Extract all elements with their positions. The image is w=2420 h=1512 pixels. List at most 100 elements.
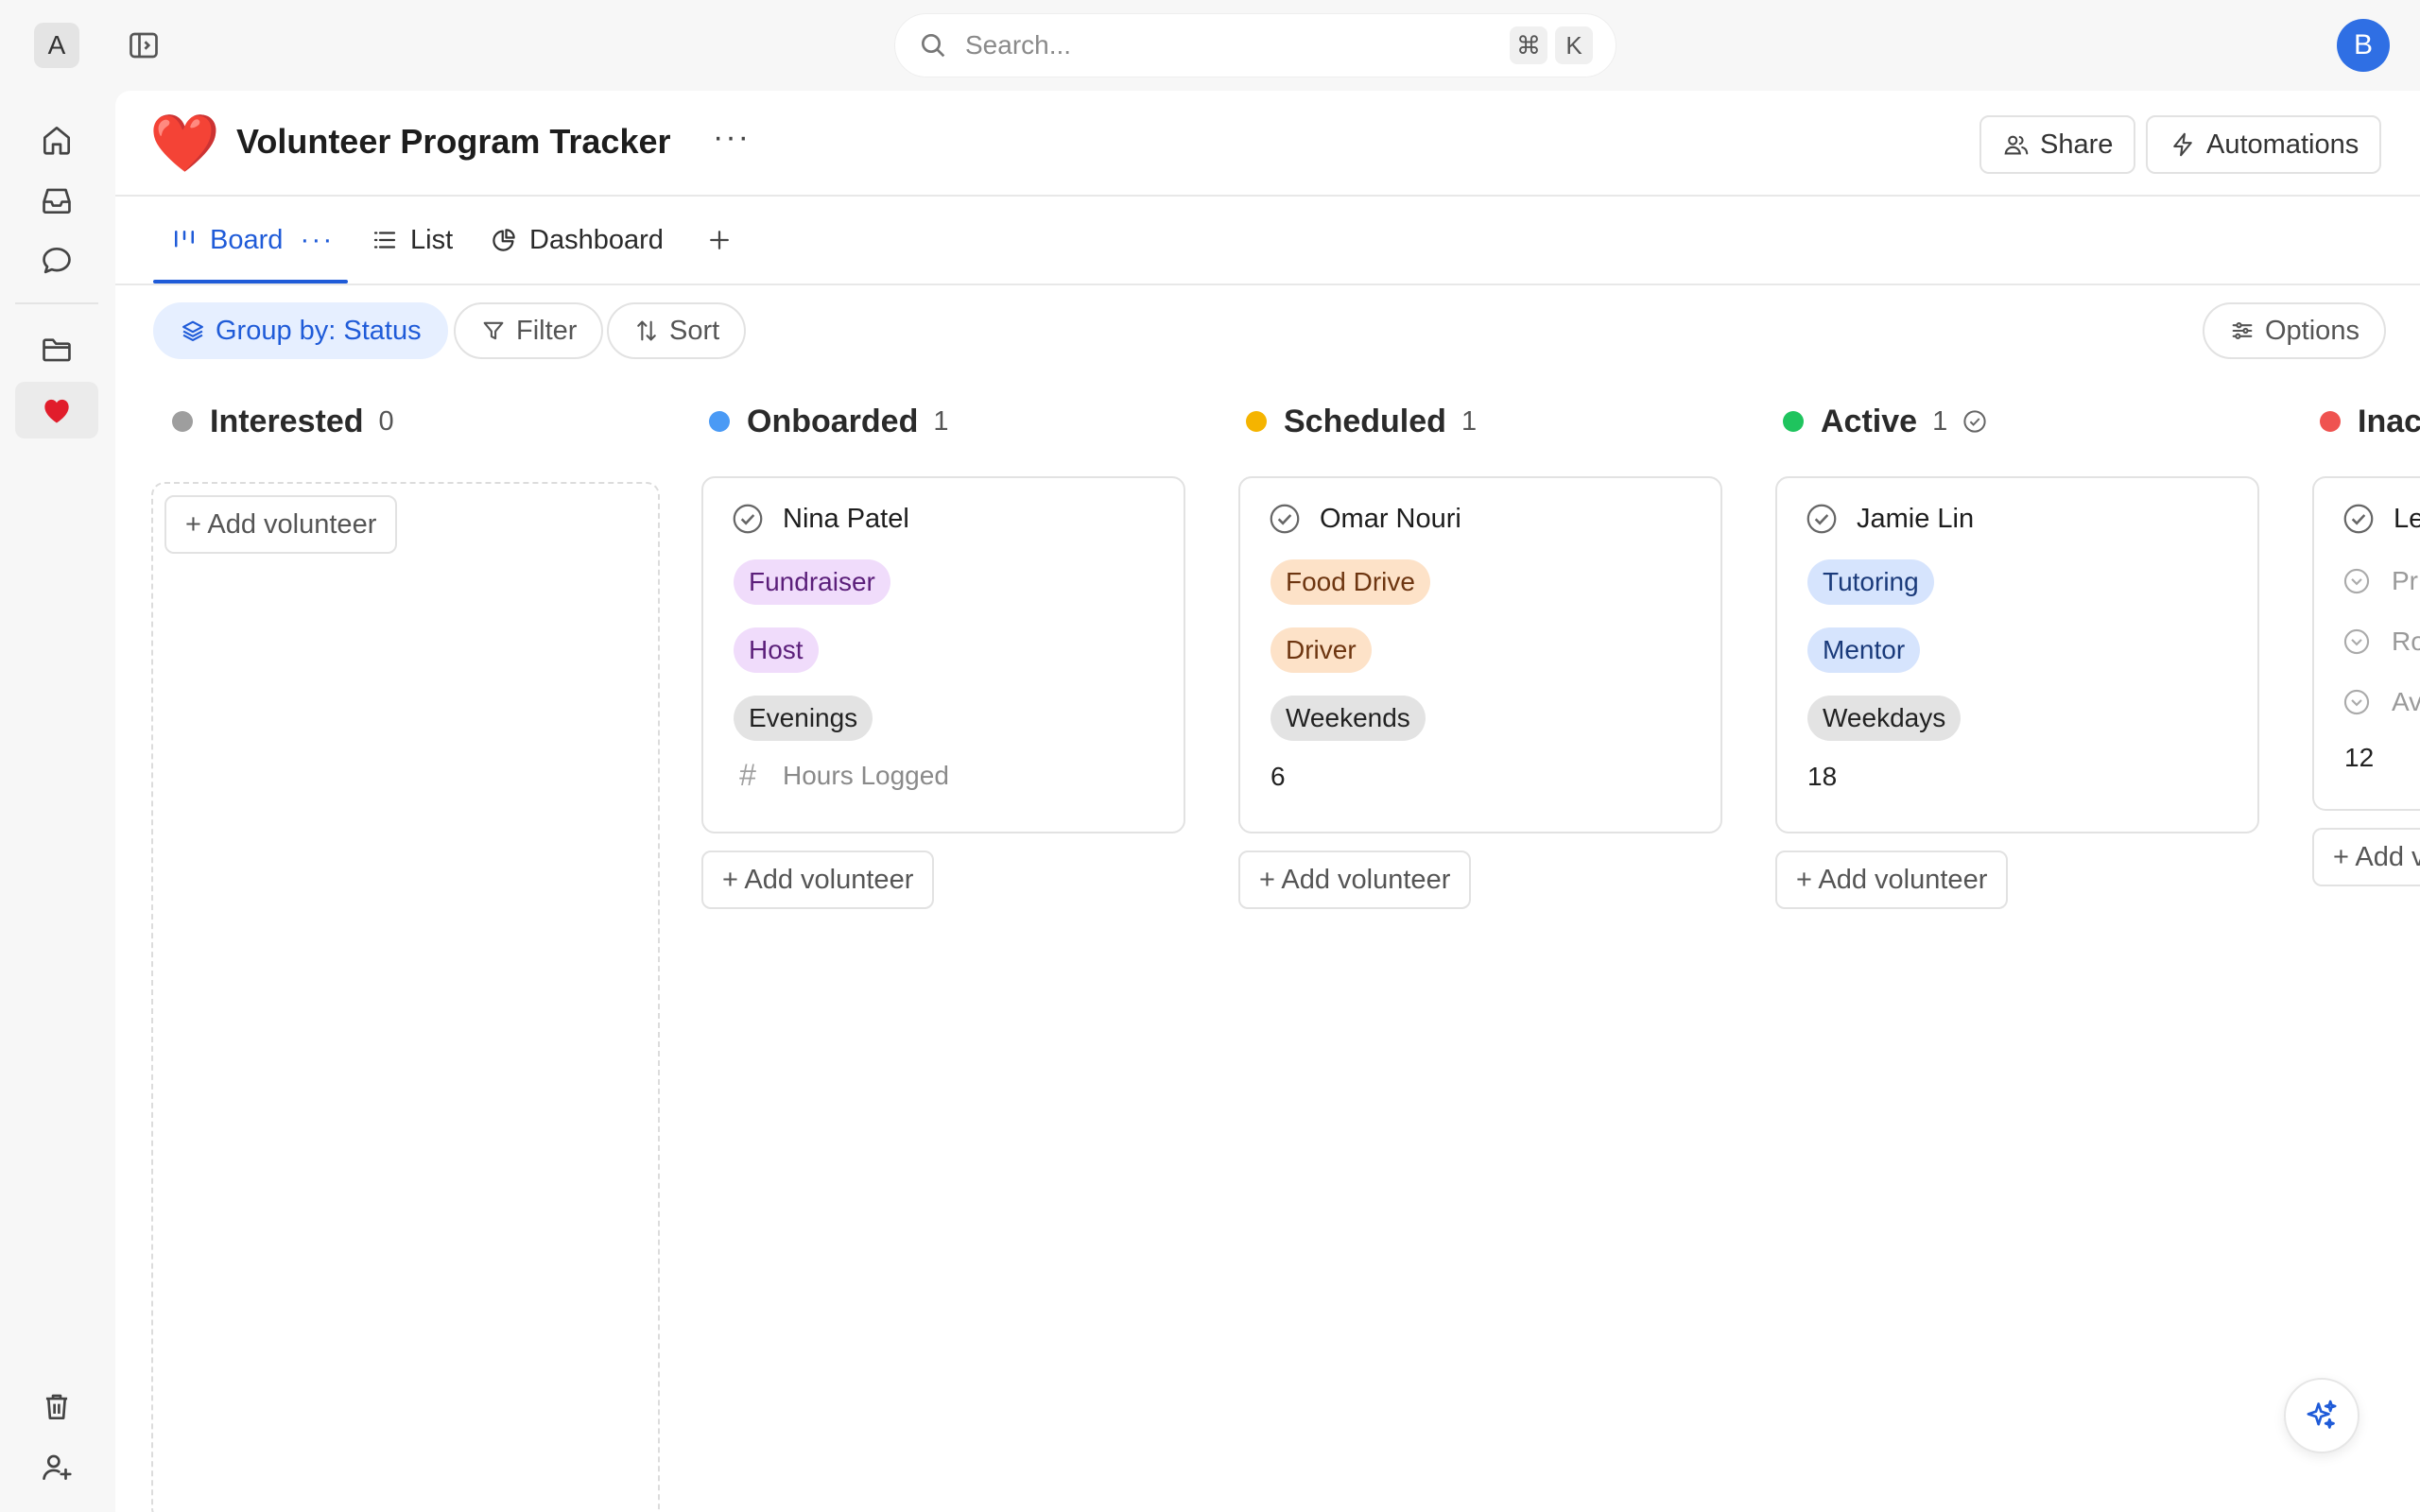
tab-dashboard[interactable]: Dashboard <box>490 197 664 284</box>
view-tabs: Board ··· List Dashboard <box>115 197 2420 285</box>
add-volunteer-button-scheduled[interactable]: + Add volunteer <box>1238 850 1472 909</box>
status-dot-interested <box>172 411 193 432</box>
tag-role: Mentor <box>1807 627 1921 673</box>
column-count: 1 <box>1932 405 1948 437</box>
sort-button[interactable]: Sort <box>607 302 747 359</box>
user-avatar[interactable]: B <box>2337 19 2390 72</box>
plus-icon <box>710 231 729 249</box>
group-by-button[interactable]: Group by: Status <box>153 302 448 359</box>
check-circle-icon[interactable] <box>2341 501 2377 537</box>
page-header: ❤️ Volunteer Program Tracker ··· Share A… <box>115 91 2420 197</box>
page-more-icon[interactable]: ··· <box>713 119 751 156</box>
column-dropzone-interested[interactable] <box>151 482 660 1512</box>
volunteer-card-jamie-lin[interactable]: Jamie Lin Tutoring Mentor Weekdays 18 <box>1775 476 2259 833</box>
tab-board-label: Board <box>210 224 284 255</box>
files-button[interactable] <box>15 321 98 378</box>
shortcut-k-key: K <box>1555 26 1593 64</box>
invite-member-button[interactable] <box>15 1438 98 1495</box>
sort-label: Sort <box>669 315 720 346</box>
volunteer-card-omar-nouri[interactable]: Omar Nouri Food Drive Driver Weekends 6 <box>1238 476 1722 833</box>
board-icon <box>175 231 194 248</box>
trash-icon <box>45 1394 68 1420</box>
add-view-button[interactable] <box>705 197 734 284</box>
card-title: Le <box>2341 501 2420 537</box>
inbox-button[interactable] <box>15 172 98 229</box>
tag-role: Driver <box>1270 627 1372 673</box>
list-icon <box>373 232 396 249</box>
card-title: Nina Patel <box>730 501 909 537</box>
shortcut-cmd-key: ⌘ <box>1510 26 1547 64</box>
check-circle-icon[interactable] <box>730 501 766 537</box>
layers-icon <box>182 320 203 341</box>
home-button[interactable] <box>15 112 98 168</box>
search-icon <box>922 34 945 58</box>
number-field-icon: # <box>739 758 756 792</box>
folder-icon <box>43 338 71 362</box>
status-dot-scheduled <box>1246 411 1267 432</box>
filter-label: Filter <box>516 315 578 346</box>
chevron-circle-icon <box>2343 568 2370 594</box>
share-button[interactable]: Share <box>1979 115 2136 174</box>
column-header-interested[interactable]: Interested 0 <box>172 399 394 444</box>
page-emoji-heart-icon[interactable]: ❤️ <box>149 110 220 178</box>
volunteer-name: Nina Patel <box>783 503 909 534</box>
card-title: Jamie Lin <box>1804 501 1974 537</box>
column-header-active[interactable]: Active 1 <box>1783 399 1989 444</box>
tag-program: Food Drive <box>1270 559 1430 605</box>
sliders-icon <box>2232 322 2253 339</box>
column-title: Scheduled <box>1284 403 1446 439</box>
search-bar[interactable]: Search... ⌘ K <box>894 13 1616 77</box>
main-panel: ❤️ Volunteer Program Tracker ··· Share A… <box>115 91 2420 1512</box>
pie-chart-icon <box>493 229 515 251</box>
page-title[interactable]: Volunteer Program Tracker <box>236 121 671 163</box>
program-empty[interactable]: Pr <box>2341 565 2418 597</box>
role-empty[interactable]: Ro <box>2341 626 2420 658</box>
check-circle-icon[interactable] <box>1804 501 1840 537</box>
workspace-badge[interactable]: A <box>34 23 79 68</box>
filter-icon <box>483 321 504 340</box>
tab-board[interactable]: Board ··· <box>170 197 334 284</box>
check-circle-icon[interactable] <box>1267 501 1303 537</box>
tag-program: Fundraiser <box>734 559 890 605</box>
automations-button[interactable]: Automations <box>2146 115 2382 174</box>
add-volunteer-button-active[interactable]: + Add volunteer <box>1775 850 2009 909</box>
add-volunteer-button-inactive[interactable]: + Add volunteer <box>2312 828 2420 886</box>
column-header-inactive[interactable]: Inactive <box>2320 399 2420 444</box>
column-header-onboarded[interactable]: Onboarded 1 <box>709 399 948 444</box>
top-bar: A Search... ⌘ K B <box>0 0 2420 91</box>
availability-placeholder: Av <box>2392 687 2420 716</box>
tag-availability: Weekends <box>1270 696 1426 741</box>
role-placeholder: Ro <box>2392 627 2420 656</box>
inbox-icon <box>43 188 71 215</box>
volunteer-card-partial[interactable]: Le Pr Ro Av 12 <box>2312 476 2420 811</box>
column-title: Inactive <box>2358 403 2420 439</box>
search-input[interactable]: Search... <box>965 30 1502 60</box>
tab-list-label: List <box>410 224 454 255</box>
add-volunteer-button-onboarded[interactable]: + Add volunteer <box>701 850 935 909</box>
filter-button[interactable]: Filter <box>454 302 604 359</box>
heart-icon <box>44 399 69 423</box>
add-user-icon <box>43 1454 72 1481</box>
tag-availability: Evenings <box>734 696 873 741</box>
automations-label: Automations <box>2206 129 2360 160</box>
tab-board-more-icon[interactable]: ··· <box>300 224 334 256</box>
ai-assistant-button[interactable] <box>2284 1378 2360 1453</box>
chevron-circle-icon <box>2343 628 2370 655</box>
page-tracker-button[interactable] <box>15 382 98 438</box>
home-icon <box>43 126 71 155</box>
tab-list[interactable]: List <box>371 197 453 284</box>
sidebar-toggle-icon[interactable] <box>127 28 161 62</box>
chat-button[interactable] <box>15 232 98 289</box>
card-title: Omar Nouri <box>1267 501 1461 537</box>
column-title: Active <box>1821 403 1918 439</box>
volunteer-card-nina-patel[interactable]: Nina Patel Fundraiser Host Evenings # Ho… <box>701 476 1185 833</box>
column-count: 1 <box>933 405 949 437</box>
options-button[interactable]: Options <box>2203 302 2386 359</box>
trash-button[interactable] <box>15 1378 98 1435</box>
column-title: Onboarded <box>747 403 919 439</box>
column-header-scheduled[interactable]: Scheduled 1 <box>1246 399 1477 444</box>
add-volunteer-button-interested[interactable]: + Add volunteer <box>164 495 398 554</box>
hours-logged-empty[interactable]: # Hours Logged <box>730 758 949 793</box>
availability-empty[interactable]: Av <box>2341 686 2420 718</box>
volunteer-name: Le <box>2394 503 2420 534</box>
